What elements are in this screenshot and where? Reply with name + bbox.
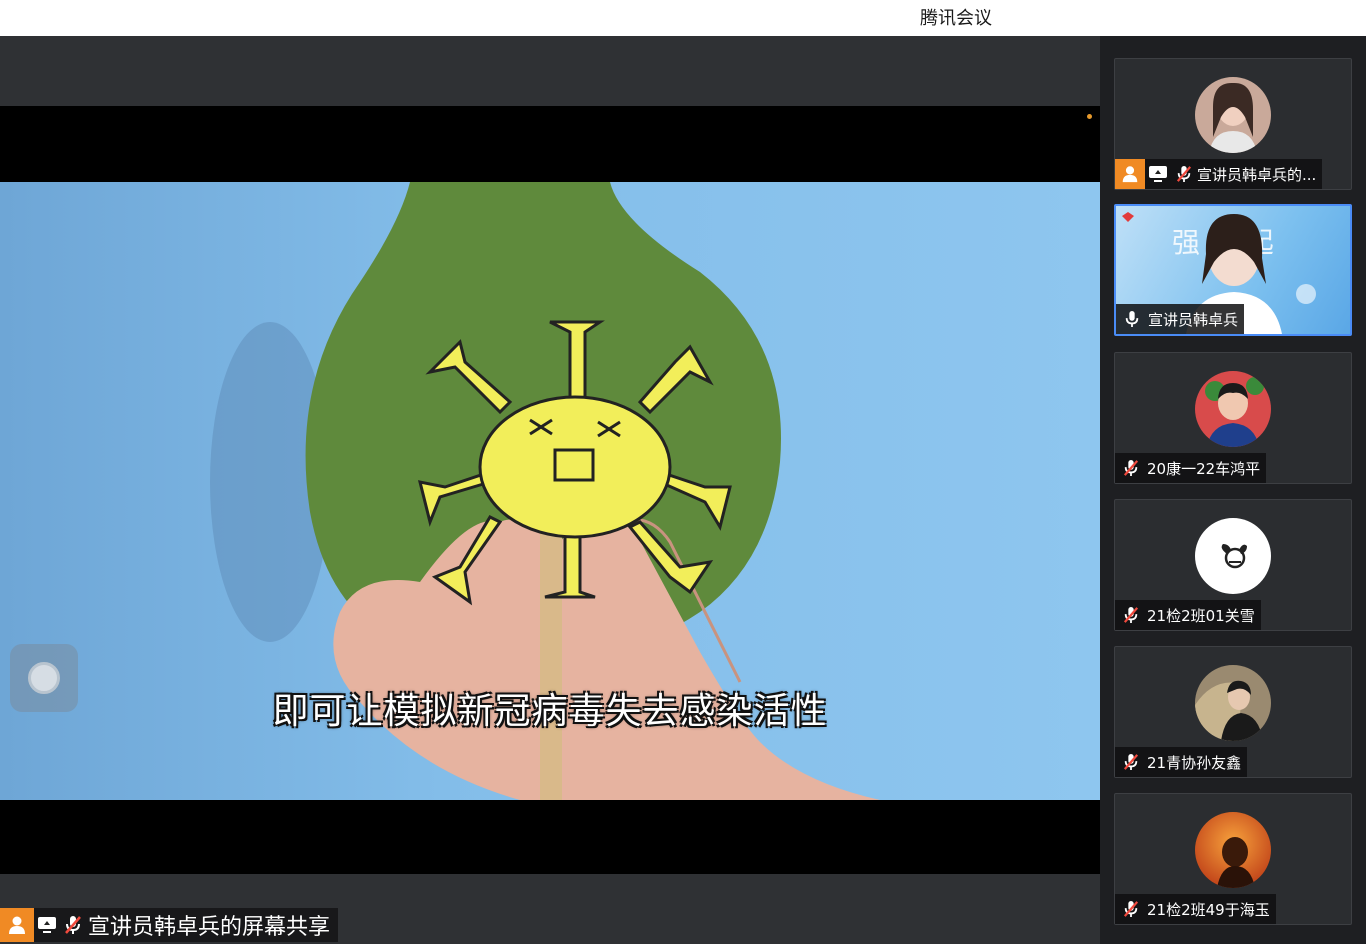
participant-tile[interactable]: 宣讲员韩卓兵的... — [1114, 58, 1352, 190]
window-title: 腾讯会议 — [920, 8, 992, 29]
letterbox-bottom — [0, 800, 1100, 874]
participant-avatar — [1195, 812, 1271, 888]
participant-label: 21检2班49于海玉 — [1115, 894, 1276, 924]
shared-video: 即可让模拟新冠病毒失去感染活性 — [0, 182, 1100, 800]
screen-share-icon — [34, 912, 60, 938]
share-owner-label: 宣讲员韩卓兵的屏幕共享 — [0, 908, 339, 942]
participant-tile[interactable]: 21检2班49于海玉 — [1114, 793, 1352, 925]
participant-name: 宣讲员韩卓兵 — [1148, 310, 1239, 329]
participant-name: 21检2班01关雪 — [1147, 606, 1255, 625]
participant-label: 20康一22车鸿平 — [1115, 453, 1267, 483]
mic-muted-icon — [1115, 602, 1147, 628]
host-icon — [1115, 159, 1145, 189]
share-owner-name: 宣讲员韩卓兵的屏幕共享 — [88, 915, 331, 940]
screen-share-icon — [1145, 161, 1171, 187]
participant-label: 21青协孙友鑫 — [1115, 747, 1248, 777]
participant-avatar — [1195, 371, 1271, 447]
circle-icon — [28, 662, 60, 694]
letterbox-top — [0, 106, 1100, 182]
mic-muted-icon — [1115, 896, 1147, 922]
mic-muted-icon — [1115, 749, 1147, 775]
participant-avatar — [1195, 518, 1271, 594]
title-bar: 腾讯会议 — [0, 0, 1366, 36]
mic-muted-icon — [60, 912, 86, 938]
participant-label: 宣讲员韩卓兵 — [1116, 304, 1245, 334]
participant-tile-active[interactable]: 强 核 起 宣讲员韩卓兵 — [1114, 204, 1352, 336]
participant-avatar — [1195, 77, 1271, 153]
participant-name: 21青协孙友鑫 — [1147, 753, 1242, 772]
floating-control-button[interactable] — [10, 644, 78, 712]
mic-muted-icon — [1171, 161, 1197, 187]
recording-dot — [1087, 114, 1092, 119]
participant-name: 21检2班49于海玉 — [1147, 900, 1270, 919]
participant-name: 20康一22车鸿平 — [1147, 459, 1261, 478]
participant-tile[interactable]: 20康一22车鸿平 — [1114, 352, 1352, 484]
participant-tile[interactable]: 21检2班01关雪 — [1114, 499, 1352, 631]
mic-muted-icon — [1115, 455, 1147, 481]
participant-tile[interactable]: 21青协孙友鑫 — [1114, 646, 1352, 778]
participant-avatar — [1195, 665, 1271, 741]
participant-sidebar[interactable]: 宣讲员韩卓兵的... 强 核 起 宣讲员韩卓兵 — [1100, 36, 1366, 944]
participant-label: 21检2班01关雪 — [1115, 600, 1261, 630]
host-icon — [0, 908, 34, 942]
participant-label: 宣讲员韩卓兵的... — [1115, 159, 1323, 189]
screen-share-area[interactable]: 即可让模拟新冠病毒失去感染活性 宣讲员韩卓兵的屏幕共享 — [0, 36, 1100, 944]
participant-name: 宣讲员韩卓兵的... — [1197, 165, 1317, 184]
mic-on-icon — [1116, 306, 1148, 332]
video-subtitle: 即可让模拟新冠病毒失去感染活性 — [272, 691, 828, 732]
